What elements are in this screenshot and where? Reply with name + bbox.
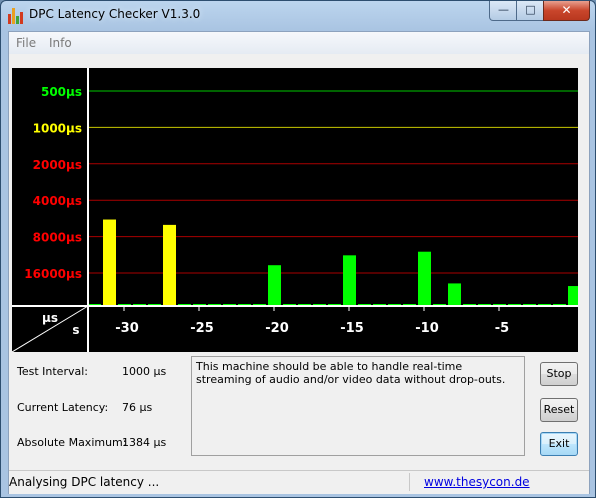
menu-info[interactable]: Info <box>49 36 72 50</box>
menu-file[interactable]: File <box>16 36 36 50</box>
minimize-button[interactable]: — <box>489 1 518 21</box>
current-latency-value: 76 µs <box>122 401 153 414</box>
x-tick-label: -5 <box>495 321 509 336</box>
stats-panel: Test Interval: 1000 µs Current Latency: … <box>9 358 187 458</box>
latency-bar <box>268 265 281 306</box>
latency-chart: 16000µs 8000µs 4000µs 2000µs 1000µs 500µs µs s -… <box>12 68 578 352</box>
test-interval-label: Test Interval: <box>17 365 88 378</box>
absolute-maximum-value: 1384 µs <box>122 436 167 449</box>
y-tick-label: 4000µs <box>33 194 82 208</box>
x-tick-label: -10 <box>415 321 439 336</box>
status-text: Analysing DPC latency ... <box>9 475 160 489</box>
y-tick-label: 500µs <box>41 85 82 99</box>
y-tick-label: 8000µs <box>33 231 82 245</box>
x-tick-label: -25 <box>190 321 214 336</box>
latency-bar <box>343 255 356 306</box>
y-tick-label: 16000µs <box>24 267 82 281</box>
latency-bar <box>448 283 461 306</box>
corner-unit-us: µs <box>42 311 58 325</box>
status-separator <box>409 473 410 491</box>
app-logo-icon <box>7 8 23 24</box>
x-tick-label: -30 <box>115 321 139 336</box>
status-bar: Analysing DPC latency ... www.thesycon.d… <box>9 470 589 494</box>
maximize-button[interactable]: □ <box>516 1 545 21</box>
test-interval-value: 1000 µs <box>122 365 167 378</box>
stop-button[interactable]: Stop <box>540 362 578 386</box>
exit-button[interactable]: Exit <box>540 432 578 456</box>
latency-chart-svg: 16000µs 8000µs 4000µs 2000µs 1000µs 500µs µss -… <box>12 68 578 352</box>
y-tick-label: 1000µs <box>33 121 82 135</box>
client-area: File Info 16000µs 8000µs 4000µs 2000µs 1000µ… <box>8 31 590 494</box>
app-window: DPC Latency Checker V1.3.0 — □ ✕ File In… <box>0 0 596 498</box>
latency-bar <box>418 251 431 306</box>
window-title: DPC Latency Checker V1.3.0 <box>29 7 201 21</box>
x-tick-label: -20 <box>265 321 289 336</box>
website-link[interactable]: www.thesycon.de <box>424 475 530 489</box>
reset-button[interactable]: Reset <box>540 398 578 422</box>
absolute-maximum-label: Absolute Maximum: <box>17 436 127 449</box>
y-tick-label: 2000µs <box>33 158 82 172</box>
latency-bar <box>103 219 116 306</box>
x-tick-label: -15 <box>340 321 364 336</box>
latency-bar <box>163 224 176 306</box>
latency-bar <box>568 286 578 306</box>
close-button[interactable]: ✕ <box>543 1 590 21</box>
corner-unit-s: s <box>72 323 79 337</box>
chart-background <box>12 68 578 352</box>
title-bar[interactable]: DPC Latency Checker V1.3.0 — □ ✕ <box>1 1 595 31</box>
current-latency-label: Current Latency: <box>17 401 109 414</box>
menu-bar: File Info <box>9 32 589 54</box>
result-message: This machine should be able to handle re… <box>191 356 525 456</box>
